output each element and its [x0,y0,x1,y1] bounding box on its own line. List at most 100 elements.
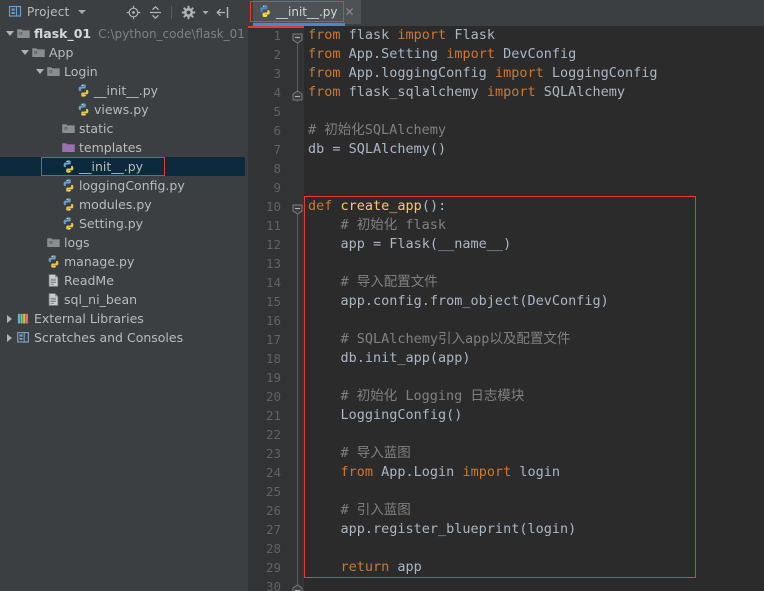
code-token: import [462,464,512,480]
hide-panel-icon[interactable] [211,1,233,23]
fold-toggle-icon-line-29[interactable] [292,580,303,591]
chevron-down-icon[interactable] [34,66,45,77]
code-line-15[interactable]: app.config.from_object(DevConfig) [304,292,764,311]
tree-row-loggingconfig-py[interactable]: loggingConfig.py [0,176,245,195]
code-line-1[interactable]: from flask import Flask [304,26,764,45]
python-file-icon [75,83,91,99]
python-file-icon [60,197,76,213]
folder-source-icon [45,64,61,80]
tree-row-external-libraries[interactable]: External Libraries [0,309,245,328]
tree-row-setting-py[interactable]: Setting.py [0,214,245,233]
code-line-10[interactable]: def create_app(): [304,197,764,216]
fold-marker-column[interactable] [292,26,304,591]
code-token: import [494,65,544,81]
folder-module-icon [15,26,31,42]
chevron-down-icon[interactable] [4,28,15,39]
code-line-12[interactable]: app = Flask(__name__) [304,235,764,254]
tree-row-flask-01[interactable]: flask_01 C:\python_code\flask_01 [0,24,245,43]
python-file-icon [45,254,61,270]
code-editor[interactable]: 1 2 3 4 5 6 7 8 9 10 11 12 13 14 15 16 17 18 19 20 21 22 23 24 2… [248,26,764,591]
code-token: # 初始化 Logging 日志模块 [308,388,525,404]
tree-row--init-py[interactable]: __init__.py [0,81,245,100]
code-token: db = SQLAlchemy() [308,141,447,157]
code-line-13[interactable] [304,254,764,273]
chevron-right-icon[interactable] [4,313,15,324]
tree-row-label: External Libraries [34,311,144,326]
code-token: # 初始化SQLAlchemy [308,122,447,138]
project-panel-label: Project [27,5,70,19]
chevron-down-icon[interactable] [78,10,87,14]
code-line-8[interactable] [304,159,764,178]
code-token: # 导入配置文件 [308,274,438,290]
tree-row-modules-py[interactable]: modules.py [0,195,245,214]
code-line-29[interactable]: return app [304,558,764,577]
tree-row-label: ReadMe [64,273,114,288]
tree-row-templates[interactable]: templates [0,138,245,157]
code-token: from [308,65,341,81]
chevron-down-icon[interactable] [19,47,30,58]
fold-toggle-icon-line-10[interactable] [292,200,303,215]
tree-row-views-py[interactable]: views.py [0,100,245,119]
code-line-5[interactable] [304,102,764,121]
code-line-9[interactable] [304,178,764,197]
text-file-icon [45,273,61,289]
code-line-26[interactable]: # 引入蓝图 [304,501,764,520]
tree-row-login[interactable]: Login [0,62,245,81]
code-token: Flask [446,27,495,43]
code-line-4[interactable]: from flask_sqlalchemy import SQLAlchemy [304,83,764,102]
tree-row-logs[interactable]: logs [0,233,245,252]
tree-row-manage-py[interactable]: manage.py [0,252,245,271]
tree-row-label: views.py [94,102,149,117]
code-line-20[interactable]: # 初始化 Logging 日志模块 [304,387,764,406]
code-line-24[interactable]: from App.Login import login [304,463,764,482]
collapse-all-icon[interactable] [144,1,166,23]
code-token: app.register_blueprint(login) [308,521,577,537]
close-icon[interactable]: ✕ [345,6,355,18]
code-line-21[interactable]: LoggingConfig() [304,406,764,425]
project-panel-header[interactable]: Project [0,0,87,24]
code-line-14[interactable]: # 导入配置文件 [304,273,764,292]
code-line-6[interactable]: # 初始化SQLAlchemy [304,121,764,140]
code-line-19[interactable] [304,368,764,387]
tree-arrow-placeholder [49,161,60,172]
pycharm-window: Project __init__.py ✕ flask_01 C:\python… [0,0,764,591]
code-line-11[interactable]: # 初始化 flask [304,216,764,235]
code-line-25[interactable] [304,482,764,501]
code-line-22[interactable] [304,425,764,444]
python-file-icon [60,216,76,232]
code-line-3[interactable]: from App.loggingConfig import LoggingCon… [304,64,764,83]
code-line-30[interactable] [304,577,764,591]
tree-arrow-placeholder [49,142,60,153]
fold-toggle-icon-line-4[interactable] [292,86,303,101]
code-line-2[interactable]: from App.Setting import DevConfig [304,45,764,64]
tree-arrow-placeholder [49,180,60,191]
text-file-icon [45,292,61,308]
code-token: App.Setting [340,46,447,62]
fold-toggle-icon-line-1[interactable] [292,29,303,44]
tree-row-scratches-and-consoles[interactable]: Scratches and Consoles [0,328,245,347]
tree-row-sql-ni-bean[interactable]: sql_ni_bean [0,290,245,309]
code-line-7[interactable]: db = SQLAlchemy() [304,140,764,159]
project-tree[interactable]: flask_01 C:\python_code\flask_01 App Login _… [0,24,245,591]
settings-gear-icon[interactable] [177,1,199,23]
external-libraries-icon [15,311,31,327]
code-line-17[interactable]: # SQLAlchemy引入app以及配置文件 [304,330,764,349]
code-token: login [511,464,560,480]
code-text-area[interactable]: from flask import Flask from App.Setting … [304,26,764,591]
code-line-23[interactable]: # 导入蓝图 [304,444,764,463]
code-line-27[interactable]: app.register_blueprint(login) [304,520,764,539]
locate-in-tree-icon[interactable] [122,1,144,23]
code-line-18[interactable]: db.init_app(app) [304,349,764,368]
tree-row-app[interactable]: App [0,43,245,62]
chevron-right-icon[interactable] [4,332,15,343]
code-line-28[interactable] [304,539,764,558]
tree-arrow-placeholder [64,104,75,115]
tree-row--init-py[interactable]: __init__.py [0,157,245,176]
tree-row-static[interactable]: static [0,119,245,138]
gear-dropdown-arrow-icon[interactable] [199,1,211,23]
editor-tab-init-py[interactable]: __init__.py ✕ [253,0,361,24]
code-line-16[interactable] [304,311,764,330]
tree-row-readme[interactable]: ReadMe [0,271,245,290]
tree-arrow-placeholder [49,199,60,210]
